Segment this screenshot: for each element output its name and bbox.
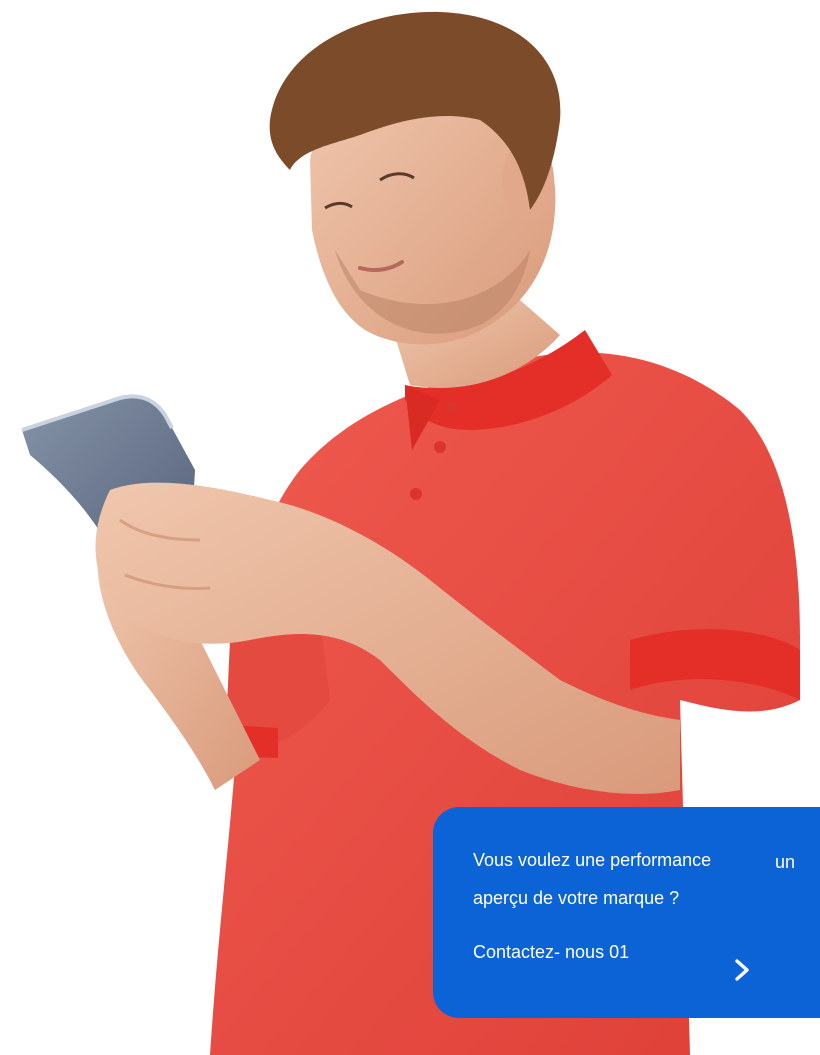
cta-card: Vous voulez une performance un aperçu de… (433, 807, 820, 1018)
cta-text-line-1: Vous voulez une performance (473, 850, 712, 870)
cta-text-suffix: un (775, 852, 796, 872)
cta-text-line-2: aperçu de votre marque ? (473, 888, 680, 908)
head (269, 11, 561, 345)
contact-link[interactable]: Contactez- nous 01 (473, 941, 629, 963)
chevron-right-icon[interactable] (729, 957, 755, 983)
